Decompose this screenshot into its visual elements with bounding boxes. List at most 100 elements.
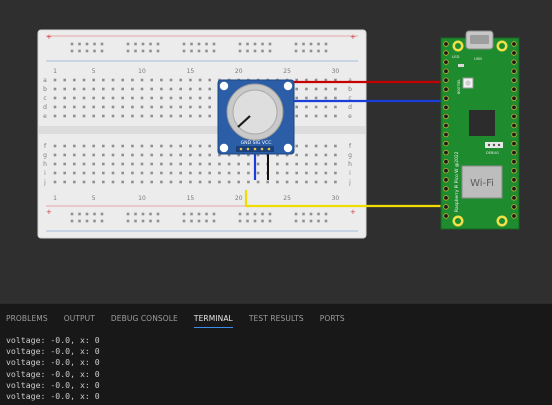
breadboard-hole — [92, 78, 95, 82]
terminal-line: voltage: -0.0, x: 0 — [6, 368, 100, 379]
breadboard-hole — [294, 49, 298, 53]
breadboard-hole — [295, 96, 298, 100]
breadboard-hole — [169, 87, 173, 91]
terminal-line: voltage: -0.0, x: 0 — [6, 335, 100, 345]
debug-pin — [492, 143, 496, 147]
tab-debug-console[interactable]: DEBUG CONSOLE — [111, 313, 178, 328]
breadboard-hole — [93, 212, 96, 216]
breadboard-hole — [208, 144, 211, 148]
breadboard-hole — [256, 162, 260, 166]
terminal-line: voltage: -0.0, x: 0 — [6, 379, 100, 390]
breadboard-hole — [189, 153, 192, 157]
breadboard-hole — [140, 78, 144, 82]
breadboard-hole — [212, 212, 216, 216]
breadboard-hole — [102, 114, 105, 118]
breadboard-hole — [150, 105, 153, 109]
breadboard-hole — [276, 171, 279, 175]
breadboard-hole — [324, 114, 328, 118]
breadboard-hole — [121, 180, 124, 184]
simulation-canvas[interactable]: + + + + 1 1 5 5 10 10 15 15 20 20 25 25 30 30 a a b b c c d d… — [0, 0, 552, 303]
row-letter: d — [348, 104, 352, 111]
breadboard-hole — [189, 180, 192, 184]
pico-pin — [511, 50, 517, 56]
breadboard-hole — [190, 212, 193, 216]
pico-pin — [511, 68, 517, 74]
breadboard-hole — [160, 171, 163, 175]
breadboard-hole — [53, 105, 57, 109]
breadboard-hole — [92, 153, 95, 157]
tab-problems[interactable]: PROBLEMS — [6, 313, 48, 328]
breadboard-hole — [140, 144, 144, 148]
breadboard-hole — [160, 96, 163, 100]
breadboard-hole — [111, 87, 115, 91]
breadboard-hole — [92, 114, 95, 118]
breadboard-hole — [169, 153, 173, 157]
breadboard-hole — [150, 171, 153, 175]
breadboard-hole — [190, 49, 193, 53]
breadboard-hole — [314, 144, 318, 148]
tab-ports[interactable]: PORTS — [320, 313, 345, 328]
tab-test-results[interactable]: TEST RESULTS — [249, 313, 304, 328]
breadboard-hole — [189, 171, 192, 175]
breadboard-hole — [131, 144, 134, 148]
breadboard-hole — [198, 144, 202, 148]
breadboard-hole — [131, 162, 134, 166]
breadboard-hole — [205, 219, 208, 223]
usb-port — [470, 35, 489, 44]
breadboard-hole — [295, 87, 298, 91]
breadboard-hole — [149, 42, 152, 46]
column-number: 15 — [187, 195, 195, 202]
breadboard-hole — [131, 105, 134, 109]
breadboard-hole — [102, 153, 105, 157]
breadboard-hole — [82, 144, 86, 148]
breadboard-hole — [134, 219, 137, 223]
breadboard-hole — [179, 180, 182, 184]
potentiometer-module[interactable]: GND SIG VCC — [217, 79, 295, 155]
tab-terminal[interactable]: TERMINAL — [193, 313, 233, 328]
breadboard-hole — [149, 212, 152, 216]
breadboard-hole — [247, 180, 250, 184]
column-number: 20 — [235, 68, 243, 75]
tab-output[interactable]: OUTPUT — [64, 313, 95, 328]
breadboard-hole — [169, 114, 173, 118]
breadboard-hole — [198, 171, 202, 175]
breadboard-hole — [156, 212, 160, 216]
breadboard-hole — [190, 219, 193, 223]
breadboard-hole — [150, 87, 153, 91]
knob[interactable] — [232, 89, 278, 135]
breadboard-hole — [305, 105, 308, 109]
breadboard-hole — [53, 96, 57, 100]
breadboard-hole — [189, 78, 192, 82]
breadboard-hole — [53, 78, 57, 82]
breadboard-hole — [261, 42, 264, 46]
breadboard-hole — [179, 171, 182, 175]
breadboard-hole — [294, 219, 298, 223]
pin — [246, 147, 250, 151]
breadboard-hole — [169, 105, 173, 109]
pico-pin — [443, 113, 449, 120]
breadboard-hole — [121, 78, 124, 82]
breadboard-hole — [302, 42, 305, 46]
raspberry-pi-pico-w[interactable]: LED USB BOOTSEL DEBUG Wi-Fi Raspberry Pi… — [440, 30, 520, 230]
breadboard-hole — [93, 219, 96, 223]
breadboard-hole — [208, 96, 211, 100]
breadboard-hole — [218, 162, 221, 166]
breadboard-hole — [197, 42, 201, 46]
pin — [267, 147, 271, 151]
breadboard-hole — [131, 78, 134, 82]
breadboard-hole — [141, 219, 145, 223]
breadboard-hole — [238, 212, 242, 216]
breadboard-hole — [150, 78, 153, 82]
breadboard-hole — [190, 42, 193, 46]
breadboard-hole — [121, 144, 124, 148]
breadboard-hole — [247, 162, 250, 166]
breadboard-hole — [268, 49, 272, 53]
pico-pin — [443, 149, 449, 156]
bottom-panel: PROBLEMS OUTPUT DEBUG CONSOLE TERMINAL T… — [0, 303, 552, 405]
breadboard-hole — [70, 42, 74, 46]
breadboard-hole — [253, 42, 257, 46]
terminal-output[interactable]: voltage: -0.0, x: 0 voltage: -0.0, x: 0 … — [6, 335, 546, 403]
breadboard-hole — [302, 49, 305, 53]
column-number: 10 — [138, 68, 146, 75]
breadboard-hole — [82, 105, 86, 109]
